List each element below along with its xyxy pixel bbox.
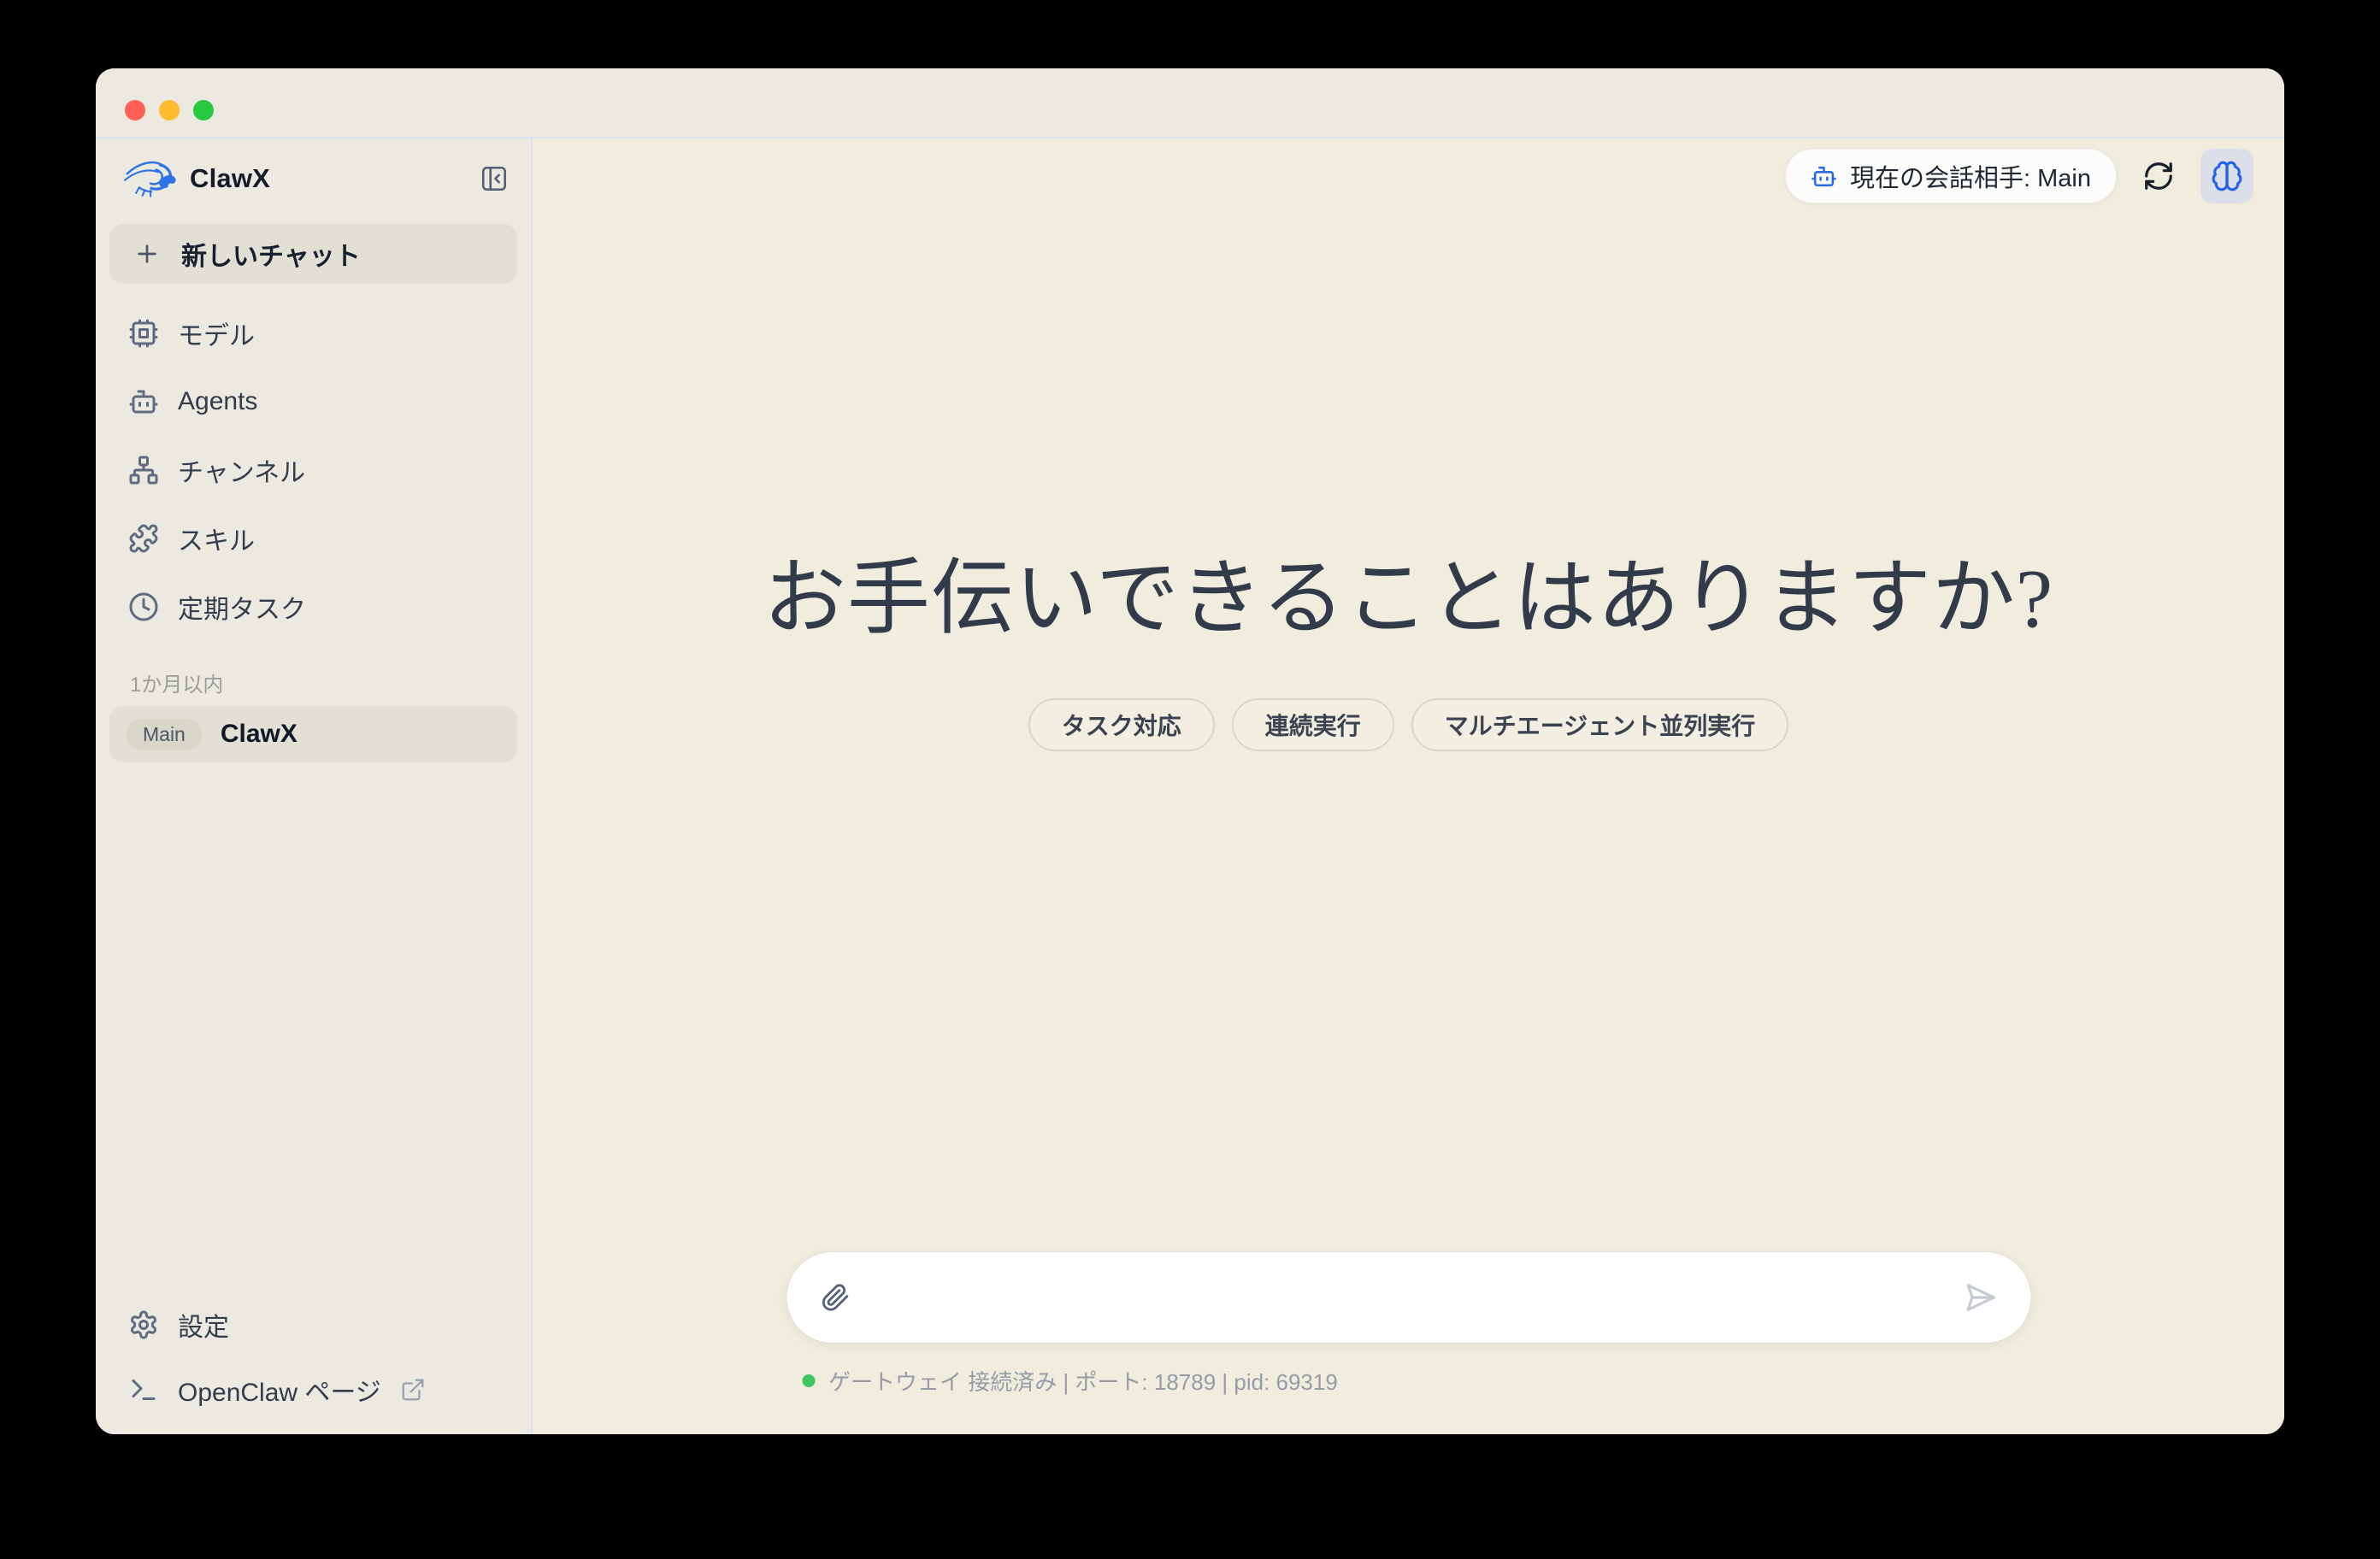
minimize-window-button[interactable] [159, 100, 180, 121]
cpu-icon [128, 318, 159, 349]
robot-icon [1811, 163, 1837, 190]
new-chat-label: 新しいチャット [181, 235, 361, 273]
nav-label: スキル [178, 520, 255, 557]
nav-label: 定期タスク [178, 588, 306, 626]
new-chat-button[interactable]: 新しいチャット [109, 224, 517, 284]
zoom-window-button[interactable] [193, 100, 214, 121]
brand-title: ClawX [190, 163, 270, 194]
chat-main: 現在の会話相手: Main [533, 138, 2284, 1434]
nav-label: モデル [178, 315, 255, 352]
external-link-icon [400, 1377, 426, 1403]
nav-label: チャンネル [178, 451, 305, 489]
lobster-logo-icon [123, 156, 180, 201]
memory-button[interactable] [2200, 149, 2253, 203]
close-window-button[interactable] [125, 100, 145, 121]
chip-continuous-run[interactable]: 連続実行 [1232, 698, 1394, 751]
robot-icon [128, 386, 159, 417]
sidebar-item-skills[interactable]: スキル [96, 504, 531, 573]
suggestion-chips: タスク対応 連続実行 マルチエージェント並列実行 [533, 698, 2284, 751]
network-icon [128, 455, 159, 485]
send-button[interactable] [1964, 1281, 1996, 1314]
sidebar-item-models[interactable]: モデル [96, 299, 531, 368]
nav-label: OpenClaw ページ [178, 1371, 381, 1409]
gateway-status-text: ゲートウェイ 接続済み | ポート: 18789 | pid: 69319 [828, 1365, 1338, 1397]
titlebar[interactable] [96, 68, 2284, 138]
sidebar-header: ClawX [96, 138, 531, 203]
sidebar-item-openclaw-page[interactable]: OpenClaw ページ [96, 1357, 443, 1422]
window-body: ClawX 新しいチャット [96, 138, 2284, 1434]
nav-label: Agents [178, 387, 257, 416]
sidebar-spacer [96, 762, 531, 1292]
sidebar-item-channels[interactable]: チャンネル [96, 436, 531, 504]
brain-icon [2211, 160, 2243, 192]
gateway-status: ゲートウェイ 接続済み | ポート: 18789 | pid: 69319 [786, 1365, 2030, 1397]
send-icon [1964, 1281, 1996, 1314]
history-section-label: 1か月以内 [96, 675, 531, 696]
refresh-icon [2142, 160, 2175, 192]
history-item-clawx[interactable]: Main ClawX [109, 706, 517, 762]
desktop-background: ClawX 新しいチャット [0, 0, 2380, 1559]
current-agent-label: 現在の会話相手: Main [1850, 158, 2091, 194]
nav-label: 設定 [178, 1306, 229, 1344]
gear-icon [128, 1309, 159, 1340]
plus-icon [133, 240, 161, 268]
top-actions: 現在の会話相手: Main [1785, 149, 2253, 203]
sidebar: ClawX 新しいチャット [96, 138, 533, 1434]
sidebar-item-settings[interactable]: 設定 [96, 1292, 246, 1357]
attach-button[interactable] [821, 1283, 850, 1312]
status-dot-icon [802, 1374, 815, 1387]
sidebar-item-scheduled-tasks[interactable]: 定期タスク [96, 573, 531, 641]
panel-left-close-icon [480, 164, 509, 193]
hero: お手伝いできることはありますか? タスク対応 連続実行 マルチエージェント並列実… [533, 547, 2284, 751]
puzzle-icon [128, 523, 159, 554]
current-agent-pill[interactable]: 現在の会話相手: Main [1785, 149, 2117, 203]
hero-title: お手伝いできることはありますか? [533, 547, 2284, 650]
app-window: ClawX 新しいチャット [96, 68, 2284, 1434]
terminal-icon [128, 1374, 159, 1405]
chat-input[interactable] [872, 1282, 1941, 1313]
sidebar-item-agents[interactable]: Agents [96, 368, 531, 436]
clock-icon [128, 591, 159, 622]
sidebar-nav: モデル Agents [96, 299, 531, 641]
chip-task-support[interactable]: タスク対応 [1028, 698, 1215, 751]
history-item-title: ClawX [221, 720, 298, 749]
composer [786, 1252, 2030, 1343]
sidebar-footer: 設定 OpenClaw ページ [96, 1292, 531, 1422]
window-controls [125, 100, 214, 121]
paperclip-icon [821, 1283, 850, 1312]
refresh-button[interactable] [2142, 160, 2175, 192]
collapse-sidebar-button[interactable] [480, 164, 509, 193]
chip-multi-agent-parallel[interactable]: マルチエージェント並列実行 [1411, 698, 1788, 751]
agent-badge: Main [127, 719, 202, 750]
